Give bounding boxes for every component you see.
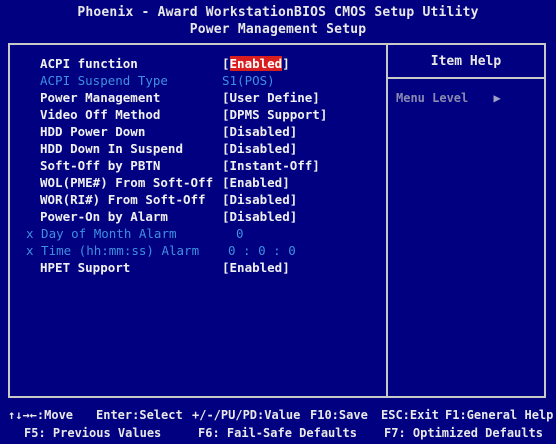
setting-label: HDD Down In Suspend — [40, 141, 183, 156]
bios-title-line2: Power Management Setup — [189, 22, 367, 37]
chevron-right-icon: ▶ — [493, 91, 501, 105]
footer-value-hint: +/-/PU/PD:Value — [192, 408, 301, 422]
footer-select-hint: Enter:Select — [96, 408, 183, 422]
setting-value[interactable]: [User Define] — [222, 89, 320, 106]
setting-label: WOL(PME#) From Soft-Off — [40, 175, 214, 190]
setting-row-day-of-month-alarm: x Day of Month Alarm 0 — [10, 225, 386, 242]
setting-value: 0 — [236, 226, 244, 241]
item-help-body: Menu Level ▶ — [388, 79, 544, 105]
setting-row-time-alarm: x Time (hh:mm:ss) Alarm 0 : 0 : 0 — [10, 242, 386, 259]
setting-value[interactable]: [Disabled] — [222, 208, 297, 225]
setting-row-hdd-down-in-suspend[interactable]: HDD Down In Suspend [Disabled] — [10, 140, 386, 157]
footer-save-hint: F10:Save — [310, 408, 368, 422]
footer-optimized-defaults-hint: F7: Optimized Defaults — [384, 426, 543, 440]
setting-value: S1(POS) — [222, 73, 275, 88]
setting-label: Soft-Off by PBTN — [40, 158, 161, 173]
setting-value[interactable]: [Disabled] — [222, 140, 297, 157]
setting-row-acpi-suspend-type: ACPI Suspend Type S1(POS) — [10, 72, 386, 89]
setting-label: Video Off Method — [40, 107, 161, 122]
setting-label: Power-On by Alarm — [40, 209, 168, 224]
footer-help-hint: F1:General Help — [445, 408, 554, 422]
setting-value[interactable]: [Disabled] — [222, 191, 297, 208]
setting-row-hdd-power-down[interactable]: HDD Power Down [Disabled] — [10, 123, 386, 140]
item-help-panel: Item Help Menu Level ▶ — [386, 45, 544, 396]
footer-failsafe-defaults-hint: F6: Fail-Safe Defaults — [198, 426, 357, 440]
footer-exit-hint: ESC:Exit — [381, 408, 439, 422]
menu-level-label: Menu Level — [396, 91, 469, 105]
setting-row-wor-ri[interactable]: WOR(RI#) From Soft-Off [Disabled] — [10, 191, 386, 208]
setting-value[interactable]: [DPMS Support] — [222, 106, 327, 123]
setting-label: Power Management — [40, 90, 161, 105]
setting-value[interactable]: [Enabled] — [222, 174, 290, 191]
setting-value[interactable]: [Enabled] — [222, 259, 290, 276]
selected-value[interactable]: Enabled — [229, 56, 283, 71]
setting-row-power-management[interactable]: Power Management [User Define] — [10, 89, 386, 106]
settings-panel: ACPI function [Enabled] ACPI Suspend Typ… — [10, 45, 386, 396]
setting-row-hpet-support[interactable]: HPET Support [Enabled] — [10, 259, 386, 276]
bios-title: Phoenix - Award WorkstationBIOS CMOS Set… — [0, 4, 556, 38]
setting-value[interactable]: [Instant-Off] — [222, 157, 320, 174]
setting-value[interactable]: [Disabled] — [222, 123, 297, 140]
setting-label: x Day of Month Alarm — [26, 226, 177, 241]
bios-title-line1: Phoenix - Award WorkstationBIOS CMOS Set… — [77, 5, 479, 20]
setting-label: ACPI function — [40, 56, 138, 71]
setting-label: HPET Support — [40, 260, 131, 275]
key-help-footer: ↑↓→←:Move Enter:Select +/-/PU/PD:Value F… — [0, 401, 556, 444]
setting-label: ACPI Suspend Type — [40, 73, 168, 88]
footer-move-hint: ↑↓→←:Move — [8, 408, 74, 422]
setting-row-wol-pme[interactable]: WOL(PME#) From Soft-Off [Enabled] — [10, 174, 386, 191]
setting-value: 0 : 0 : 0 — [228, 243, 296, 258]
setting-row-acpi-function[interactable]: ACPI function [Enabled] — [10, 55, 386, 72]
footer-previous-values-hint: F5: Previous Values — [24, 426, 162, 440]
setting-row-power-on-by-alarm[interactable]: Power-On by Alarm [Disabled] — [10, 208, 386, 225]
setting-label: WOR(RI#) From Soft-Off — [40, 192, 206, 207]
setting-label: HDD Power Down — [40, 124, 146, 139]
setting-label: x Time (hh:mm:ss) Alarm — [26, 243, 200, 258]
setting-row-video-off-method[interactable]: Video Off Method [DPMS Support] — [10, 106, 386, 123]
setting-row-soft-off-by-pbtn[interactable]: Soft-Off by PBTN [Instant-Off] — [10, 157, 386, 174]
setting-value[interactable]: [Enabled] — [222, 55, 290, 72]
main-frame: ACPI function [Enabled] ACPI Suspend Typ… — [8, 43, 546, 398]
item-help-header: Item Help — [388, 45, 544, 79]
